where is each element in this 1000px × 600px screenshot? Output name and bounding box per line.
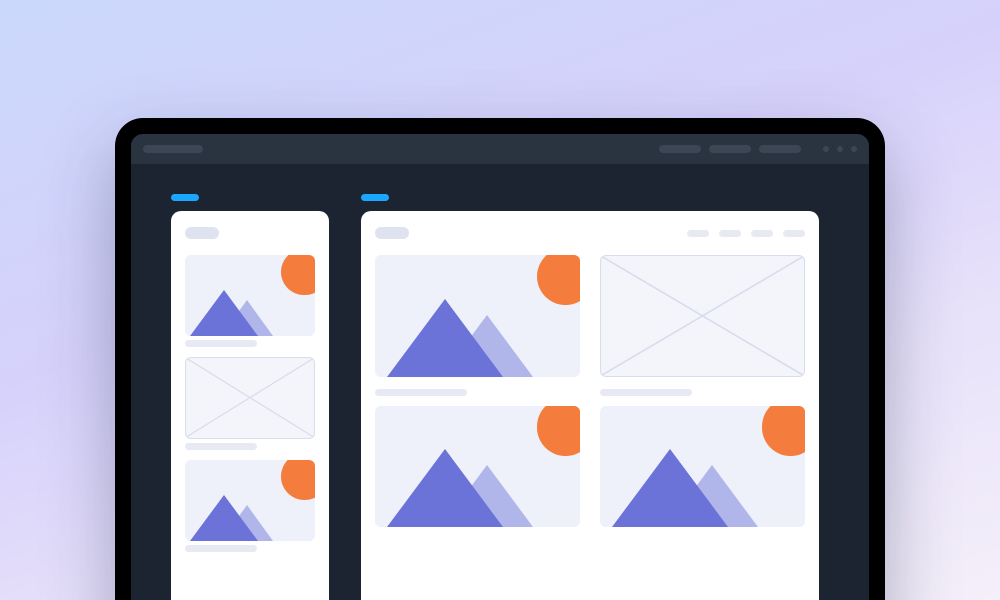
list-item[interactable] <box>185 460 315 552</box>
thumbnail-placeholder <box>185 357 315 438</box>
mountain-front-icon <box>190 495 258 541</box>
mountain-front-icon <box>190 290 258 336</box>
panel-wide <box>361 211 819 600</box>
caption <box>375 389 467 396</box>
panel-title <box>185 227 219 239</box>
panel-nav-link[interactable] <box>783 230 805 237</box>
thumbnail <box>185 460 315 541</box>
mountain-front-icon <box>387 299 503 377</box>
mountain-front-icon <box>612 449 728 527</box>
menubar <box>131 134 869 164</box>
item-grid <box>375 255 805 527</box>
item-list <box>185 255 315 552</box>
sun-icon <box>281 255 315 295</box>
menubar-item[interactable] <box>759 145 801 153</box>
screen <box>131 134 869 600</box>
thumbnail <box>185 255 315 336</box>
grid-item[interactable] <box>375 255 580 396</box>
workspace <box>131 164 869 600</box>
window-control-dot[interactable] <box>851 146 857 152</box>
panel-title <box>375 227 409 239</box>
panel-header <box>185 227 315 239</box>
panel-nav <box>687 230 805 237</box>
column-accent-tab[interactable] <box>361 194 389 201</box>
caption <box>185 443 257 450</box>
laptop-frame <box>115 118 885 600</box>
column-accent-tab[interactable] <box>171 194 199 201</box>
panel-narrow <box>171 211 329 600</box>
caption <box>600 389 692 396</box>
grid-item[interactable] <box>600 406 805 528</box>
panel-nav-link[interactable] <box>719 230 741 237</box>
placeholder-x-icon <box>601 256 804 376</box>
thumbnail <box>600 406 805 528</box>
caption <box>185 545 257 552</box>
sun-icon <box>537 255 580 305</box>
placeholder-x-icon <box>186 358 314 437</box>
column-wide <box>361 194 819 600</box>
window-control-dot[interactable] <box>837 146 843 152</box>
panel-header <box>375 227 805 239</box>
list-item[interactable] <box>185 255 315 347</box>
panel-nav-link[interactable] <box>751 230 773 237</box>
grid-item[interactable] <box>375 406 580 528</box>
thumbnail-placeholder <box>600 255 805 377</box>
caption <box>185 340 257 347</box>
thumbnail <box>375 255 580 377</box>
sun-icon <box>762 406 805 456</box>
sun-icon <box>537 406 580 456</box>
thumbnail <box>375 406 580 528</box>
panel-nav-link[interactable] <box>687 230 709 237</box>
grid-item[interactable] <box>600 255 805 396</box>
list-item[interactable] <box>185 357 315 449</box>
menubar-item[interactable] <box>659 145 701 153</box>
menubar-item[interactable] <box>709 145 751 153</box>
menubar-app-title <box>143 145 203 153</box>
window-control-dot[interactable] <box>823 146 829 152</box>
mountain-front-icon <box>387 449 503 527</box>
column-narrow <box>171 194 329 600</box>
sun-icon <box>281 460 315 500</box>
